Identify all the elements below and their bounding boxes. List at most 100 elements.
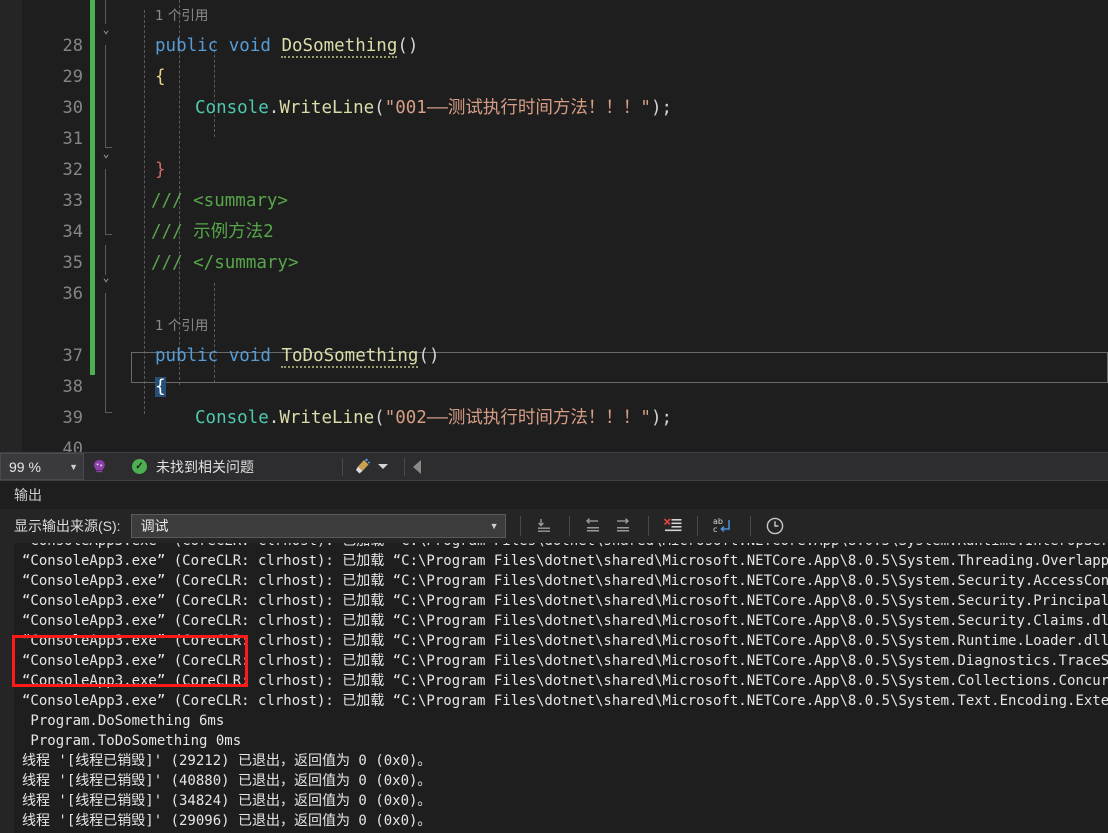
editor-selection-margin — [0, 0, 22, 452]
code-line-33[interactable]: /// <summary> — [117, 186, 1108, 217]
success-check-icon: ✓ — [132, 459, 147, 474]
output-line-timing: Program.ToDoSomething 0ms — [22, 731, 1108, 751]
editor-status-bar: 99 % ▼ ✓ 未找到相关问题 — [0, 452, 1108, 480]
line-number: 30 — [22, 93, 88, 124]
keyword-void: void — [229, 36, 271, 56]
zoom-level-selector[interactable]: 99 % ▼ — [0, 453, 84, 480]
codelens-reference-count[interactable]: 1 个引用 — [117, 318, 208, 334]
xml-doc-summary-open: /// <summary> — [151, 191, 288, 211]
paren-open: ( — [374, 408, 385, 428]
fold-toggle-line-28[interactable]: ⌄ — [98, 14, 114, 45]
output-line: 线程 '[线程已销毁]' (40880) 已退出，返回值为 0 (0x0)。 — [22, 771, 1108, 791]
line-number: 32 — [22, 155, 88, 186]
code-line-38[interactable]: { — [117, 372, 1108, 403]
line-number: 33 — [22, 186, 88, 217]
toolbar-separator — [569, 516, 570, 536]
code-editor[interactable]: . 28 29 30 31 32 33 34 35 36 . 37 38 39 … — [0, 0, 1108, 452]
clear-all-button[interactable] — [658, 513, 688, 539]
parens: () — [397, 36, 418, 56]
output-line: “ConsoleApp3.exe” (CoreCLR: clrhost): 已加… — [22, 651, 1108, 671]
intellicode-icon[interactable] — [84, 458, 114, 475]
paren-open: ( — [374, 98, 385, 118]
code-line-codelens-2: 1 个引用 — [117, 310, 1108, 341]
code-line-37[interactable]: public void ToDoSomething() — [117, 341, 1108, 372]
line-number: 34 — [22, 217, 88, 248]
string-literal-002: "002——测试执行时间方法！！！" — [385, 408, 651, 428]
keyword-void: void — [229, 346, 271, 366]
clock-icon — [765, 516, 785, 536]
chevron-down-icon: ▼ — [69, 462, 78, 472]
string-literal-001: "001——测试执行时间方法！！！" — [385, 98, 651, 118]
code-content-area[interactable]: 1 个引用 public void DoSomething() { Consol… — [117, 0, 1108, 452]
code-line-29[interactable]: { — [117, 62, 1108, 93]
output-line: “ConsoleApp3.exe” (CoreCLR: clrhost): 已加… — [22, 631, 1108, 651]
output-source-dropdown[interactable]: 调试 ▼ — [131, 514, 506, 538]
zoom-level-value: 99 % — [9, 459, 41, 475]
method-writeline: WriteLine — [279, 98, 374, 118]
status-separator — [404, 458, 405, 476]
output-source-value: 调试 — [141, 516, 169, 536]
line-number: 29 — [22, 62, 88, 93]
code-cleanup-button[interactable] — [353, 457, 388, 476]
output-line: “ConsoleApp3.exe” (CoreCLR: clrhost): 已加… — [22, 571, 1108, 591]
type-console: Console — [195, 98, 269, 118]
code-line-35[interactable]: /// </summary> — [117, 248, 1108, 279]
dot: . — [269, 98, 280, 118]
clear-all-icon — [662, 516, 684, 536]
dot: . — [269, 408, 280, 428]
line-number-gutter: . 28 29 30 31 32 33 34 35 36 . 37 38 39 … — [22, 0, 88, 452]
codelens-reference-count[interactable]: 1 个引用 — [117, 8, 208, 24]
svg-text:c: c — [713, 525, 717, 534]
line-number: 35 — [22, 248, 88, 279]
toolbar-separator — [750, 516, 751, 536]
paren-close: ) — [651, 408, 662, 428]
toggle-word-wrap-icon: ab c — [711, 516, 737, 536]
parens: () — [418, 346, 439, 366]
code-line-34[interactable]: /// 示例方法2 — [117, 217, 1108, 248]
code-line-codelens: 1 个引用 — [117, 0, 1108, 31]
line-number: 40 — [22, 434, 88, 452]
toggle-word-wrap-button[interactable]: ab c — [707, 513, 741, 539]
brace-open-highlighted: { — [155, 377, 166, 397]
code-line-39[interactable]: Console.WriteLine("002——测试执行时间方法！！！"); — [117, 403, 1108, 434]
fold-toggle-line-33[interactable]: ⌄ — [98, 138, 114, 169]
chevron-down-icon — [378, 464, 388, 469]
method-name-todosomething: ToDoSomething — [281, 346, 418, 368]
output-text-area[interactable]: “ConsoleApp3.exe” (CoreCLR: clrhost): 已加… — [0, 543, 1108, 833]
chevron-down-icon: ▼ — [490, 521, 499, 531]
line-number: . — [22, 0, 88, 31]
brace-close: } — [155, 160, 166, 180]
outlining-margin[interactable]: ⌄ ⌄ ⌄ — [95, 0, 117, 452]
toggle-timestamp-button[interactable] — [760, 513, 790, 539]
code-line-36[interactable] — [117, 279, 1108, 310]
collapse-left-icon — [413, 460, 421, 474]
toolbar-separator — [648, 516, 649, 536]
issue-status-label: 未找到相关问题 — [156, 457, 254, 477]
find-message-button[interactable] — [530, 513, 560, 539]
line-number: . — [22, 310, 88, 341]
code-line-31[interactable] — [117, 124, 1108, 155]
output-line: “ConsoleApp3.exe” (CoreCLR: clrhost): 已加… — [22, 671, 1108, 691]
semicolon: ; — [662, 408, 673, 428]
next-message-button[interactable] — [609, 513, 639, 539]
xml-doc-summary-close: /// </summary> — [151, 253, 299, 273]
code-line-32[interactable]: } — [117, 155, 1108, 186]
output-gutter — [0, 543, 14, 833]
toolbar-separator — [697, 516, 698, 536]
error-list-status[interactable]: ✓ 未找到相关问题 — [132, 457, 254, 477]
find-message-icon — [535, 516, 555, 536]
code-line-28[interactable]: public void DoSomething() — [117, 31, 1108, 62]
xml-doc-text: /// 示例方法2 — [151, 222, 274, 242]
line-number: 37 — [22, 341, 88, 372]
output-line: 线程 '[线程已销毁]' (29212) 已退出，返回值为 0 (0x0)。 — [22, 751, 1108, 771]
method-writeline: WriteLine — [279, 408, 374, 428]
collapse-panel-button[interactable] — [413, 460, 421, 474]
previous-message-button[interactable] — [579, 513, 609, 539]
output-line: “ConsoleApp3.exe” (CoreCLR: clrhost): 已加… — [22, 543, 1108, 551]
code-line-30[interactable]: Console.WriteLine("001——测试执行时间方法！！！"); — [117, 93, 1108, 124]
line-number: 38 — [22, 372, 88, 403]
fold-toggle-line-37[interactable]: ⌄ — [98, 262, 114, 293]
code-line-40[interactable] — [117, 434, 1108, 452]
output-panel-toolbar: 显示输出来源(S): 调试 ▼ — [0, 509, 1108, 543]
output-line: “ConsoleApp3.exe” (CoreCLR: clrhost): 已加… — [22, 591, 1108, 611]
